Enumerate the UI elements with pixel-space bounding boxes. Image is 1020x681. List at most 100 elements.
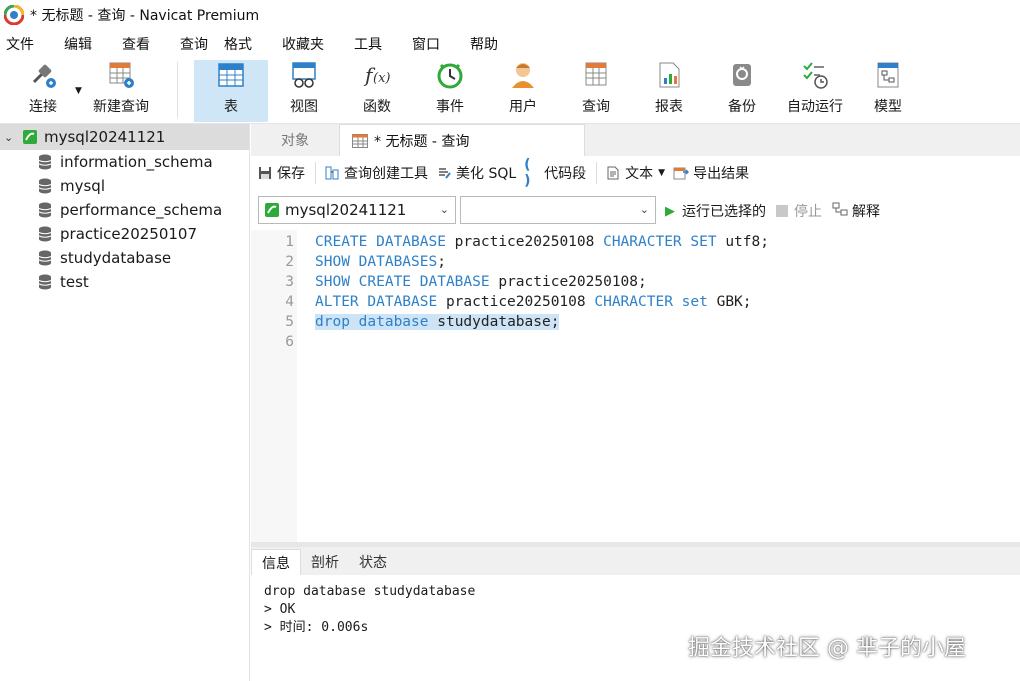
sql-text: practice20250108; (489, 274, 647, 290)
function-button[interactable]: f (x) 函数 (346, 60, 408, 122)
tab-status[interactable]: 状态 (349, 549, 397, 575)
menu-tools[interactable]: 工具 (348, 34, 388, 54)
watermark: 掘金技术社区 @ 芈子的小屋 (688, 636, 966, 661)
database-item[interactable]: information_schema (0, 150, 249, 174)
run-selected-button[interactable]: ▶ 运行已选择的 (665, 201, 766, 221)
database-item[interactable]: performance_schema (0, 198, 249, 222)
connect-button[interactable]: 连接 (14, 60, 72, 122)
code-text: ALTER DATABASE practice20250108 CHARACTE… (315, 294, 752, 310)
sql-text: utf8; (716, 234, 769, 250)
user-button[interactable]: 用户 (492, 60, 554, 122)
toolbar-separator (177, 62, 178, 118)
database-icon (38, 274, 52, 290)
save-button[interactable]: 保存 (257, 163, 305, 183)
tab-bar: 对象 * 无标题 - 查询 (251, 124, 1020, 156)
svg-text:(x): (x) (373, 71, 390, 86)
database-item[interactable]: test (0, 270, 249, 294)
tab-profile[interactable]: 剖析 (301, 549, 349, 575)
code-text: SHOW CREATE DATABASE practice20250108; (315, 274, 647, 290)
connection-icon (22, 129, 38, 145)
query-builder-button[interactable]: 查询创建工具 (324, 163, 428, 183)
text-button[interactable]: 文本 ▼ (605, 163, 665, 183)
text-dropdown-icon[interactable]: ▼ (658, 168, 665, 178)
database-item[interactable]: practice20250107 (0, 222, 249, 246)
sql-text: ; (437, 254, 446, 270)
schedule-icon (800, 60, 830, 90)
document-icon (605, 165, 621, 181)
message-line: > OK (264, 602, 296, 617)
code-line[interactable]: 6 (251, 332, 315, 352)
stop-icon (776, 205, 788, 217)
chevron-down-icon[interactable]: ⌄ (4, 131, 18, 144)
model-icon (873, 60, 903, 90)
table-button[interactable]: 表 (194, 60, 268, 122)
table-icon (216, 60, 246, 90)
sql-keyword: CREATE DATABASE (315, 234, 446, 250)
beautify-sql-button[interactable]: 美化 SQL (436, 163, 516, 183)
navicat-logo-icon (4, 5, 24, 25)
connect-dropdown-icon[interactable]: ▼ (75, 86, 82, 96)
database-select[interactable]: ⌄ (460, 196, 656, 224)
menu-help[interactable]: 帮助 (464, 34, 504, 54)
message-output: drop database studydatabase > OK > 时间: 0… (251, 575, 1020, 681)
view-button[interactable]: 视图 (272, 60, 336, 122)
query-button[interactable]: 查询 (565, 60, 627, 122)
menu-bar: 文件 编辑 查看 查询 格式 收藏夹 工具 窗口 帮助 (0, 30, 1020, 58)
code-text: SHOW DATABASES; (315, 254, 446, 270)
sql-editor[interactable]: 1 CREATE DATABASE practice20250108 CHARAC… (251, 230, 1020, 542)
tab-objects[interactable]: 对象 (251, 124, 339, 156)
code-text: CREATE DATABASE practice20250108 CHARACT… (315, 234, 769, 250)
menu-favorites[interactable]: 收藏夹 (276, 34, 330, 54)
menu-view[interactable]: 查看 (116, 34, 156, 54)
connection-node[interactable]: ⌄ mysql20241121 (0, 124, 249, 150)
tab-info[interactable]: 信息 (251, 549, 301, 575)
database-icon (38, 202, 52, 218)
new-query-button[interactable]: 新建查询 (88, 60, 154, 122)
clock-icon (435, 60, 465, 90)
code-line[interactable]: 1 CREATE DATABASE practice20250108 CHARAC… (251, 232, 769, 252)
line-number: 1 (285, 234, 294, 250)
database-item[interactable]: studydatabase (0, 246, 249, 270)
database-icon (38, 178, 52, 194)
toolbar-separator (596, 162, 598, 184)
toolbar-separator (315, 162, 316, 184)
code-text: drop database studydatabase; (315, 314, 560, 330)
view-icon (289, 60, 319, 90)
autorun-button[interactable]: 自动运行 (782, 60, 848, 122)
event-button[interactable]: 事件 (419, 60, 481, 122)
sql-keyword: SHOW CREATE DATABASE (315, 274, 490, 290)
model-button[interactable]: 模型 (858, 60, 918, 122)
code-line[interactable]: 5 drop database studydatabase; (251, 312, 560, 332)
menu-format[interactable]: 格式 (218, 34, 258, 54)
export-results-button[interactable]: 导出结果 (673, 163, 749, 183)
beautify-icon (436, 165, 452, 181)
connection-select[interactable]: mysql20241121 ⌄ (258, 196, 456, 224)
code-line[interactable]: 2 SHOW DATABASES; (251, 252, 446, 272)
menu-file[interactable]: 文件 (0, 34, 40, 54)
code-line[interactable]: 3 SHOW CREATE DATABASE practice20250108; (251, 272, 647, 292)
sql-keyword: CHARACTER set (594, 294, 708, 310)
run-bar: ▶ 运行已选择的 停止 解释 (665, 198, 880, 224)
explain-button[interactable]: 解释 (832, 201, 880, 221)
report-button[interactable]: 报表 (638, 60, 700, 122)
tab-query[interactable]: * 无标题 - 查询 (339, 124, 585, 156)
database-item[interactable]: mysql (0, 174, 249, 198)
stop-button[interactable]: 停止 (776, 201, 822, 221)
menu-edit[interactable]: 编辑 (58, 34, 98, 54)
code-line[interactable]: 4 ALTER DATABASE practice20250108 CHARACT… (251, 292, 752, 312)
save-icon (257, 165, 273, 181)
menu-window[interactable]: 窗口 (406, 34, 446, 54)
user-icon (508, 60, 538, 90)
backup-button[interactable]: 备份 (711, 60, 773, 122)
code-snippet-button[interactable]: ( ) 代码段 (524, 157, 586, 189)
sql-keyword: CHARACTER SET (603, 234, 717, 250)
message-line: drop database studydatabase (264, 584, 476, 599)
sql-text: studydatabase; (428, 314, 560, 330)
sql-text: GBK; (707, 294, 752, 310)
line-number: 2 (285, 254, 294, 270)
window-title: * 无标题 - 查询 - Navicat Premium (30, 8, 260, 24)
sql-keyword: ALTER DATABASE (315, 294, 438, 310)
sql-keyword: drop database (315, 314, 429, 330)
parentheses-icon: ( ) (524, 157, 531, 189)
menu-query[interactable]: 查询 (174, 34, 214, 54)
